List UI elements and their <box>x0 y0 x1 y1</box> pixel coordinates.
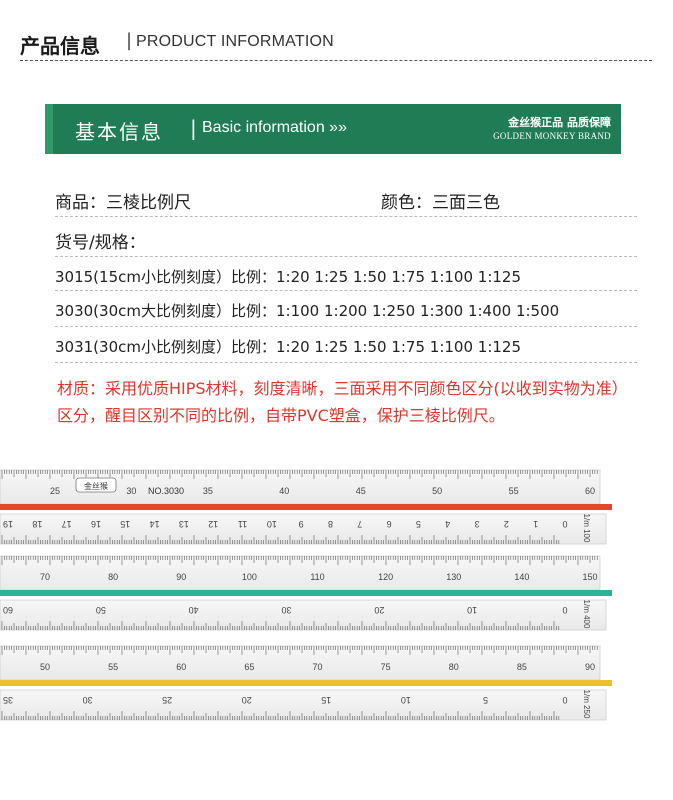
ruler-upper-label: 90 <box>585 662 595 672</box>
ruler-lower-label: 0 <box>562 695 567 705</box>
product-color: 颜色：三面三色 <box>381 193 500 213</box>
ruler-lower-label: 4 <box>445 519 450 529</box>
ruler-color-stripe <box>0 680 612 686</box>
ruler-lower-label: 5 <box>483 695 488 705</box>
ruler-upper-label: 80 <box>449 662 459 672</box>
ruler-color-stripe <box>0 590 612 596</box>
ruler-lower-label: 3 <box>475 519 480 529</box>
ruler-upper-label: 100 <box>242 572 257 582</box>
ruler-face-lower <box>0 599 607 631</box>
section-header: 产品信息 | PRODUCT INFORMATION <box>20 24 652 64</box>
brand-name: GOLDEN MONKEY BRAND <box>493 131 611 141</box>
ruler-lower-label: 60 <box>3 605 13 615</box>
ruler-lower-label: 13 <box>179 519 189 529</box>
ruler-upper-label: 30 <box>126 486 136 496</box>
ruler-lower-label: 20 <box>242 695 252 705</box>
ruler-scale-label: 1/m 100 <box>582 514 591 543</box>
ruler-lower-label: 7 <box>357 519 362 529</box>
ruler-lower-label: 12 <box>208 519 218 529</box>
ruler-upper-label: 35 <box>203 486 213 496</box>
ruler-upper-label: 60 <box>176 662 186 672</box>
model-label: 货号/规格： <box>55 233 146 253</box>
ruler-scale-label: 1/m 400 <box>582 600 591 629</box>
ruler-color-stripe <box>0 504 612 510</box>
ruler-upper-label: 150 <box>582 572 597 582</box>
banner-accent <box>45 104 53 154</box>
ruler-lower-label: 10 <box>401 695 411 705</box>
spec-row: 3015(15cm小比例刻度）比例：1:20 1:25 1:50 1:75 1:… <box>55 262 637 291</box>
ruler-lower-label: 20 <box>374 605 384 615</box>
ruler-lower-label: 0 <box>562 605 567 615</box>
ruler-upper-label: 55 <box>509 486 519 496</box>
ruler-upper-label: 110 <box>310 572 324 582</box>
info-row-product: 商品：三棱比例尺 颜色：三面三色 <box>55 186 637 217</box>
ruler-lower-label: 50 <box>96 605 106 615</box>
ruler-lower-label: 9 <box>299 519 304 529</box>
section-title-cn: 产品信息 <box>20 34 100 58</box>
banner-title-cn: 基本信息 <box>75 120 163 144</box>
ruler-lower-label: 35 <box>3 695 13 705</box>
ruler-face-upper <box>0 645 601 681</box>
ruler-upper-label: 140 <box>514 572 529 582</box>
ruler-upper-label: 60 <box>585 486 595 496</box>
ruler-lower-label: 2 <box>504 519 509 529</box>
ruler-upper-label: 40 <box>279 486 289 496</box>
ruler-lower-label: 17 <box>62 519 72 529</box>
ruler-upper-label: 80 <box>108 572 118 582</box>
banner-separator: | <box>190 116 197 140</box>
ruler-lower-label: 10 <box>267 519 277 529</box>
ruler-lower-label: 8 <box>328 519 333 529</box>
ruler-lower-label: 1 <box>533 519 538 529</box>
ruler-lower-label: 6 <box>387 519 392 529</box>
header-divider <box>20 60 652 61</box>
section-title-en: PRODUCT INFORMATION <box>136 33 334 50</box>
ruler-upper-label: 55 <box>108 662 118 672</box>
section-title-separator: | <box>126 30 133 51</box>
product-name: 商品：三棱比例尺 <box>55 193 191 213</box>
info-row-model: 货号/规格： <box>55 224 637 257</box>
ruler-model-label: NO.3030 <box>148 486 184 496</box>
scale-ruler-illustration: 25 30 35 40 45 50 55 6019 18 17 16 15 14 13 12 11 10 9 8 7 6… <box>0 469 612 721</box>
ruler-lower-label: 14 <box>150 519 160 529</box>
ruler-upper-label: 90 <box>176 572 186 582</box>
ruler-lower-label: 19 <box>3 519 13 529</box>
ruler-lower-label: 18 <box>32 519 42 529</box>
ruler-scale-label: 1/m 250 <box>582 690 591 719</box>
basic-info-banner: 基本信息 | Basic information »» 金丝猴正品 品质保障 G… <box>45 104 621 154</box>
ruler-lower-label: 11 <box>238 519 247 529</box>
ruler-face-upper <box>0 555 601 591</box>
ruler-lower-label: 15 <box>120 519 130 529</box>
ruler-upper-label: 70 <box>312 662 322 672</box>
spec-row: 3030(30cm大比例刻度）比例：1:100 1:200 1:250 1:30… <box>55 296 637 327</box>
ruler-upper-label: 65 <box>244 662 254 672</box>
ruler-lower-label: 5 <box>416 519 421 529</box>
ruler-lower-label: 10 <box>467 605 477 615</box>
spec-text: 3015(15cm小比例刻度）比例：1:20 1:25 1:50 1:75 1:… <box>55 268 522 286</box>
ruler-lower-label: 0 <box>562 519 567 529</box>
ruler-lower-label: 40 <box>189 605 199 615</box>
ruler-lower-label: 30 <box>281 605 291 615</box>
brand-slogan: 金丝猴正品 品质保障 <box>508 116 611 129</box>
ruler-lower-label: 16 <box>91 519 101 529</box>
banner-title-en: Basic information »» <box>202 119 347 136</box>
ruler-upper-label: 25 <box>50 486 60 496</box>
ruler-upper-label: 45 <box>356 486 366 496</box>
material-note: 材质：采用优质HIPS材料，刻度清晰，三面采用不同颜色区分(以收到实物为准）区分… <box>57 379 628 425</box>
spec-row: 3031(30cm小比例刻度）比例：1:20 1:25 1:50 1:75 1:… <box>55 332 637 363</box>
ruler-upper-label: 120 <box>378 572 393 582</box>
spec-text: 3031(30cm小比例刻度）比例：1:20 1:25 1:50 1:75 1:… <box>55 338 522 356</box>
ruler-upper-label: 85 <box>517 662 527 672</box>
ruler-upper-label: 130 <box>446 572 461 582</box>
ruler-lower-label: 15 <box>321 695 331 705</box>
ruler-upper-label: 70 <box>40 572 50 582</box>
ruler-upper-label: 75 <box>381 662 391 672</box>
ruler-logo-text: 金丝猴 <box>84 481 108 491</box>
ruler-lower-label: 30 <box>83 695 93 705</box>
spec-text: 3030(30cm大比例刻度）比例：1:100 1:200 1:250 1:30… <box>55 302 560 320</box>
ruler-upper-label: 50 <box>40 662 50 672</box>
ruler-upper-label: 50 <box>432 486 442 496</box>
ruler-lower-label: 25 <box>162 695 172 705</box>
